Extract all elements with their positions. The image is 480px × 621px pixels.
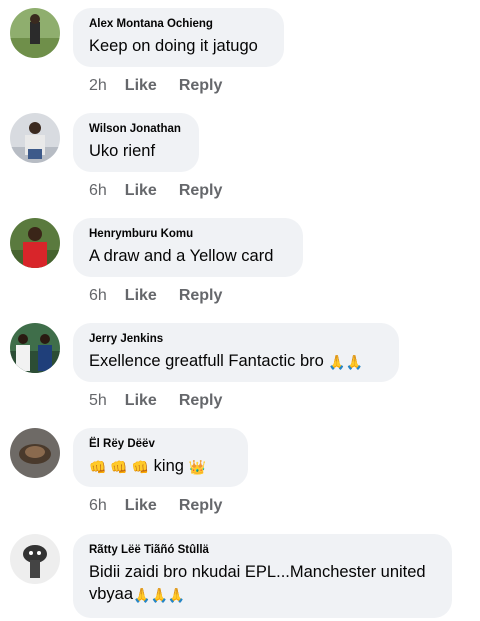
comment-actions: 6h Like Reply: [89, 287, 222, 305]
comment-author[interactable]: Jerry Jenkins: [89, 332, 383, 346]
comment-bubble: Rãtty Lëë Tiãñó Stûllä Bidii zaidi bro n…: [73, 534, 452, 618]
avatar[interactable]: [10, 218, 60, 268]
like-button[interactable]: Like: [125, 497, 157, 515]
comment-text: Uko rienf: [89, 142, 156, 160]
like-button[interactable]: Like: [125, 392, 157, 410]
like-button[interactable]: Like: [125, 287, 157, 305]
comment-author[interactable]: Rãtty Lëë Tiãñó Stûllä: [89, 543, 436, 557]
reply-button[interactable]: Reply: [179, 392, 223, 410]
comment-text: Exellence greatfull Fantactic bro 🙏🙏: [89, 350, 383, 372]
reply-button[interactable]: Reply: [179, 182, 223, 200]
comment-text: Keep on doing it jatugo: [89, 37, 258, 55]
comment-bubble: Ël Rëy Dëëv 👊 👊 👊 king 👑: [73, 428, 248, 487]
comment-time[interactable]: 5h: [89, 392, 107, 410]
comment-text: Bidii zaidi bro nkudai EPL...Manchester …: [89, 561, 436, 605]
comment-time[interactable]: 6h: [89, 497, 107, 515]
fist-emoji: 👊 👊 👊: [89, 459, 150, 475]
avatar[interactable]: [10, 8, 60, 58]
comment-author[interactable]: Henrymburu Komu: [89, 227, 287, 241]
comment-author[interactable]: Wilson Jonathan: [89, 122, 183, 136]
comment-actions: 6h Like Reply: [89, 182, 222, 200]
reply-button[interactable]: Reply: [179, 497, 223, 515]
comment-text: A draw and a Yellow card: [89, 247, 274, 265]
comment-actions: 5h Like Reply: [89, 392, 222, 410]
comment-actions: 6h Like Reply: [89, 497, 222, 515]
comment-bubble: Henrymburu Komu A draw and a Yellow card: [73, 218, 303, 277]
comment-actions: 2h Like Reply: [89, 77, 222, 95]
reply-button[interactable]: Reply: [179, 77, 223, 95]
comment-time[interactable]: 6h: [89, 287, 107, 305]
folded-hands-emoji: 🙏🙏: [328, 354, 364, 370]
folded-hands-emoji: 🙏🙏🙏: [133, 587, 186, 603]
comment-author[interactable]: Alex Montana Ochieng: [89, 17, 268, 31]
comment-text: 👊 👊 👊 king 👑: [89, 455, 232, 477]
comment-text-content: Exellence greatfull Fantactic bro: [89, 352, 324, 370]
reply-button[interactable]: Reply: [179, 287, 223, 305]
avatar[interactable]: [10, 323, 60, 373]
like-button[interactable]: Like: [125, 77, 157, 95]
avatar[interactable]: [10, 428, 60, 478]
comment-bubble: Jerry Jenkins Exellence greatfull Fantac…: [73, 323, 399, 382]
comment-text-content: king: [153, 457, 184, 475]
comment-bubble: Wilson Jonathan Uko rienf: [73, 113, 199, 172]
comment-time[interactable]: 6h: [89, 182, 107, 200]
crown-emoji: 👑: [188, 459, 206, 475]
comment-bubble: Alex Montana Ochieng Keep on doing it ja…: [73, 8, 284, 67]
avatar[interactable]: [10, 113, 60, 163]
like-button[interactable]: Like: [125, 182, 157, 200]
comment-author[interactable]: Ël Rëy Dëëv: [89, 437, 232, 451]
comment-time[interactable]: 2h: [89, 77, 107, 95]
avatar[interactable]: [10, 534, 60, 584]
